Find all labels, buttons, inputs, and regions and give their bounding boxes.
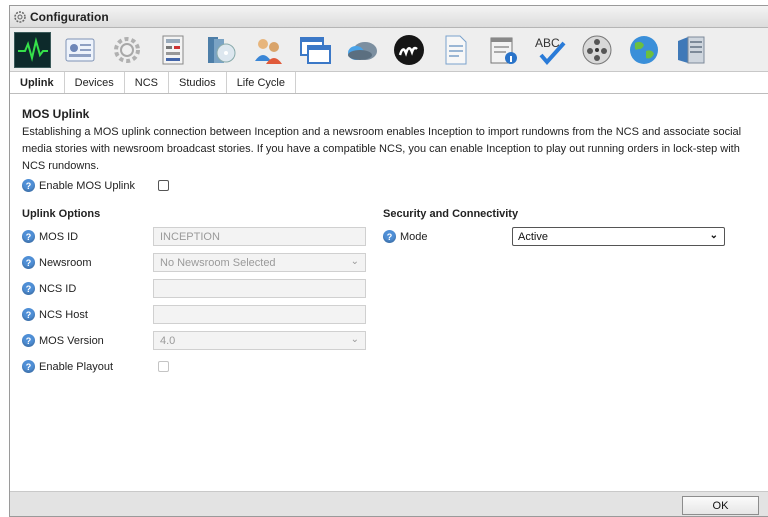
config-toolbar: ABC bbox=[10, 28, 768, 72]
tab-life-cycle[interactable]: Life Cycle bbox=[227, 72, 296, 93]
enable-mos-row: ? Enable MOS Uplink bbox=[22, 179, 135, 192]
mos-version-label: MOS Version bbox=[39, 334, 104, 347]
uplink-panel: MOS Uplink Establishing a MOS uplink con… bbox=[10, 94, 768, 468]
settings-gear-icon[interactable] bbox=[108, 32, 145, 68]
tab-devices[interactable]: Devices bbox=[65, 72, 125, 93]
mos-version-select[interactable]: 4.0 ⌄ bbox=[153, 331, 366, 350]
title-bar: Configuration bbox=[10, 6, 768, 28]
mos-id-label: MOS ID bbox=[39, 230, 79, 243]
ok-button[interactable]: OK bbox=[682, 496, 759, 515]
keypad-panel-icon[interactable] bbox=[155, 32, 192, 68]
help-icon[interactable]: ? bbox=[22, 230, 35, 243]
ncs-id-label: NCS ID bbox=[39, 282, 77, 295]
enable-mos-label: Enable MOS Uplink bbox=[39, 179, 135, 192]
newsroom-select[interactable]: No Newsroom Selected ⌄ bbox=[153, 253, 366, 272]
page-description: Establishing a MOS uplink connection bet… bbox=[22, 126, 742, 172]
help-icon[interactable]: ? bbox=[22, 256, 35, 269]
user-card-icon[interactable] bbox=[61, 32, 98, 68]
gear-icon bbox=[14, 10, 26, 23]
inception-logo-icon[interactable] bbox=[390, 32, 427, 68]
enable-playout-label: Enable Playout bbox=[39, 360, 113, 373]
ncs-host-row: ? NCS Host bbox=[22, 308, 88, 321]
ncs-id-row: ? NCS ID bbox=[22, 282, 76, 295]
ncs-host-label: NCS Host bbox=[39, 308, 88, 321]
window-title: Configuration bbox=[30, 9, 109, 24]
security-heading: Security and Connectivity bbox=[383, 208, 519, 220]
tab-bar: Uplink Devices NCS Studios Life Cycle bbox=[10, 72, 768, 94]
svg-text:ABC: ABC bbox=[535, 36, 560, 50]
ncs-id-field[interactable] bbox=[153, 279, 366, 298]
mos-id-field[interactable]: INCEPTION bbox=[153, 227, 366, 246]
mode-label: Mode bbox=[400, 230, 428, 243]
users-icon[interactable] bbox=[249, 32, 286, 68]
tab-uplink[interactable]: Uplink bbox=[10, 72, 65, 93]
chevron-down-icon: ⌄ bbox=[350, 334, 359, 345]
help-icon[interactable]: ? bbox=[22, 282, 35, 295]
newsroom-row: ? Newsroom bbox=[22, 256, 92, 269]
mos-id-row: ? MOS ID bbox=[22, 230, 78, 243]
media-discs-icon[interactable] bbox=[202, 32, 239, 68]
mode-select[interactable]: Active ⌄ bbox=[512, 227, 725, 246]
film-reel-icon[interactable] bbox=[578, 32, 615, 68]
activity-monitor-icon[interactable] bbox=[14, 31, 51, 68]
server-icon[interactable] bbox=[672, 32, 709, 68]
mos-id-value: INCEPTION bbox=[160, 230, 220, 243]
ncs-host-field[interactable] bbox=[153, 305, 366, 324]
tab-studios[interactable]: Studios bbox=[169, 72, 227, 93]
spellcheck-icon[interactable]: ABC bbox=[531, 32, 568, 68]
help-icon[interactable]: ? bbox=[383, 230, 396, 243]
newsroom-value: No Newsroom Selected bbox=[160, 256, 276, 269]
chevron-down-icon: ⌄ bbox=[709, 230, 718, 241]
uplink-options-heading: Uplink Options bbox=[22, 208, 101, 220]
enable-playout-row: ? Enable Playout bbox=[22, 360, 113, 373]
windows-icon[interactable] bbox=[296, 32, 333, 68]
newsroom-label: Newsroom bbox=[39, 256, 92, 269]
mos-version-row: ? MOS Version bbox=[22, 334, 104, 347]
page-title: MOS Uplink bbox=[22, 107, 90, 121]
mode-row: ? Mode bbox=[383, 230, 428, 243]
info-notepad-icon[interactable] bbox=[484, 32, 521, 68]
mos-version-value: 4.0 bbox=[160, 334, 176, 347]
help-icon[interactable]: ? bbox=[22, 360, 35, 373]
help-icon[interactable]: ? bbox=[22, 308, 35, 321]
dialog-footer: OK bbox=[10, 491, 768, 516]
mode-value: Active bbox=[518, 230, 548, 243]
chevron-down-icon: ⌄ bbox=[350, 256, 359, 267]
configuration-window: Configuration ABC Uplink Devices NCS Stu… bbox=[9, 5, 768, 517]
enable-mos-checkbox[interactable] bbox=[158, 180, 169, 191]
cloud-icon[interactable] bbox=[343, 32, 380, 68]
help-icon[interactable]: ? bbox=[22, 334, 35, 347]
help-icon[interactable]: ? bbox=[22, 179, 35, 192]
enable-playout-checkbox[interactable] bbox=[158, 361, 169, 372]
document-icon[interactable] bbox=[437, 32, 474, 68]
globe-icon[interactable] bbox=[625, 32, 662, 68]
tab-ncs[interactable]: NCS bbox=[125, 72, 169, 93]
